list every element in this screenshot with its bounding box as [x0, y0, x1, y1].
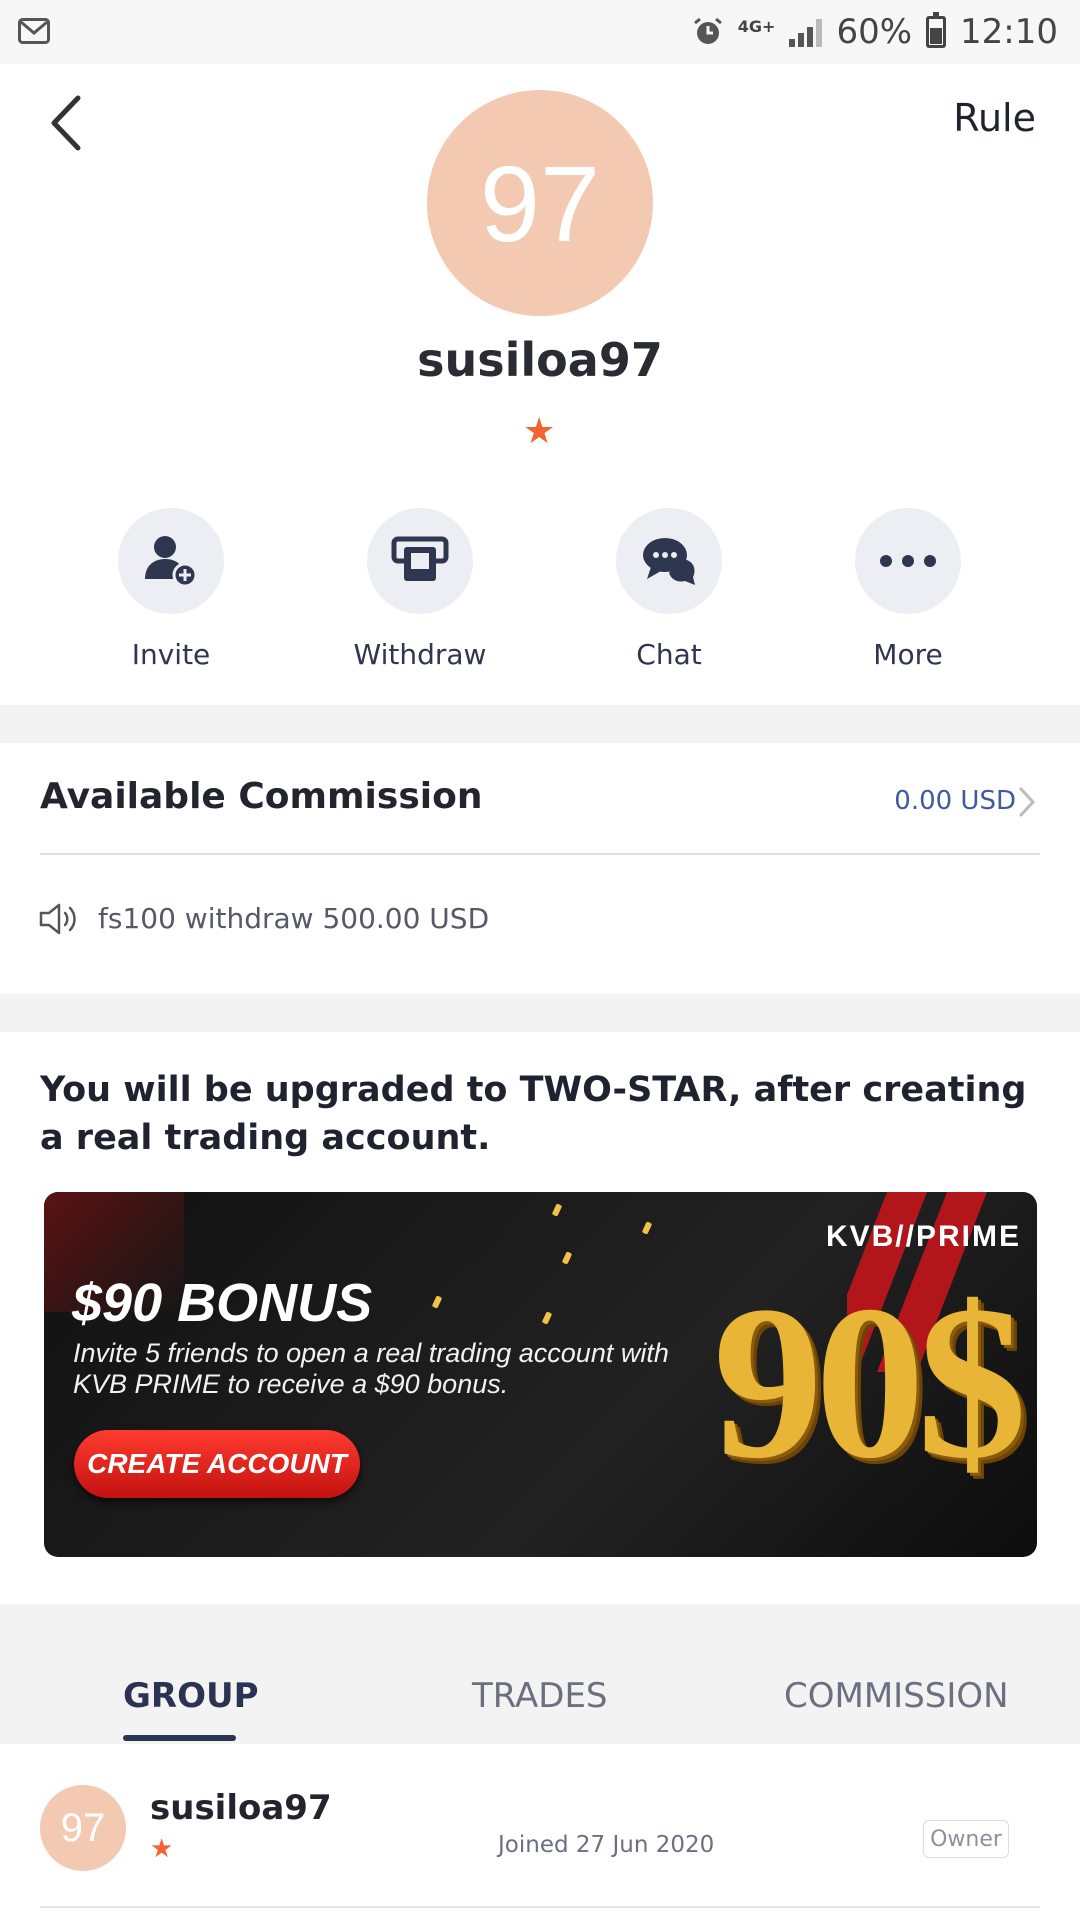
withdraw-button[interactable]: Withdraw [310, 508, 530, 671]
more-icon [880, 555, 936, 567]
owner-badge: Owner [923, 1820, 1009, 1858]
gmail-icon [18, 18, 50, 44]
withdraw-icon [391, 536, 449, 581]
commission-divider [40, 853, 1040, 855]
withdraw-label: Withdraw [353, 638, 487, 671]
chat-button[interactable]: Chat [559, 508, 779, 671]
clock: 12:10 [960, 12, 1058, 52]
promo-banner[interactable]: KVB//PRIME $90 BONUS Invite 5 friends to… [44, 1192, 1037, 1557]
tab-bar: GROUP TRADES COMMISSION [0, 1604, 1080, 1744]
speaker-icon [39, 903, 76, 935]
banner-headline: $90 BONUS [72, 1273, 373, 1333]
tab-commission[interactable]: COMMISSION [784, 1676, 1009, 1716]
confetti [551, 1203, 563, 1217]
rule-link[interactable]: Rule [953, 96, 1036, 140]
battery-icon [926, 12, 947, 48]
commission-title: Available Commission [40, 776, 483, 817]
tab-active-indicator [123, 1735, 236, 1741]
tab-group[interactable]: GROUP [123, 1676, 259, 1716]
confetti [541, 1311, 553, 1325]
network-type: 4G+ [737, 17, 776, 36]
invite-user-icon [145, 536, 198, 588]
alarm-icon [693, 17, 722, 44]
confetti [561, 1251, 573, 1265]
chat-label: Chat [636, 638, 702, 671]
withdraw-notice: fs100 withdraw 500.00 USD [98, 902, 490, 935]
star-icon: ★ [523, 411, 556, 452]
more-label: More [873, 638, 943, 671]
chat-icon [643, 538, 695, 585]
confetti [431, 1295, 443, 1309]
banner-brand-logo: KVB//PRIME [825, 1220, 1021, 1253]
invite-button[interactable]: Invite [61, 508, 281, 671]
status-indicators: 4G+ 60% 12:10 [692, 0, 1058, 64]
upgrade-message: You will be upgraded to TWO-STAR, after … [40, 1070, 1027, 1158]
member-avatar: 97 [40, 1785, 126, 1871]
commission-value[interactable]: 0.00 USD [894, 786, 1016, 816]
back-button[interactable] [40, 88, 100, 158]
more-button[interactable]: More [798, 508, 1018, 671]
invite-label: Invite [131, 638, 211, 671]
section-divider [0, 994, 1080, 1032]
confetti [641, 1221, 653, 1235]
member-name: susiloa97 [150, 1788, 332, 1828]
chevron-right-icon[interactable] [1018, 786, 1036, 818]
member-joined-date: Joined 27 Jun 2020 [498, 1832, 715, 1858]
username: susiloa97 [417, 333, 663, 387]
signal-icon [789, 17, 823, 47]
avatar: 97 [427, 90, 653, 316]
battery-percent: 60% [836, 12, 913, 52]
banner-description: Invite 5 friends to open a real trading … [73, 1338, 669, 1399]
create-account-button[interactable]: CREATE ACCOUNT [74, 1430, 360, 1498]
action-row: Invite Withdraw Chat More [0, 508, 1080, 678]
status-bar: 4G+ 60% 12:10 [0, 0, 1080, 64]
star-icon: ★ [150, 1834, 174, 1864]
list-divider [40, 1906, 1040, 1908]
section-divider [0, 705, 1080, 743]
banner-big-number: 90$ [713, 1260, 1027, 1504]
tab-trades[interactable]: TRADES [472, 1676, 608, 1716]
